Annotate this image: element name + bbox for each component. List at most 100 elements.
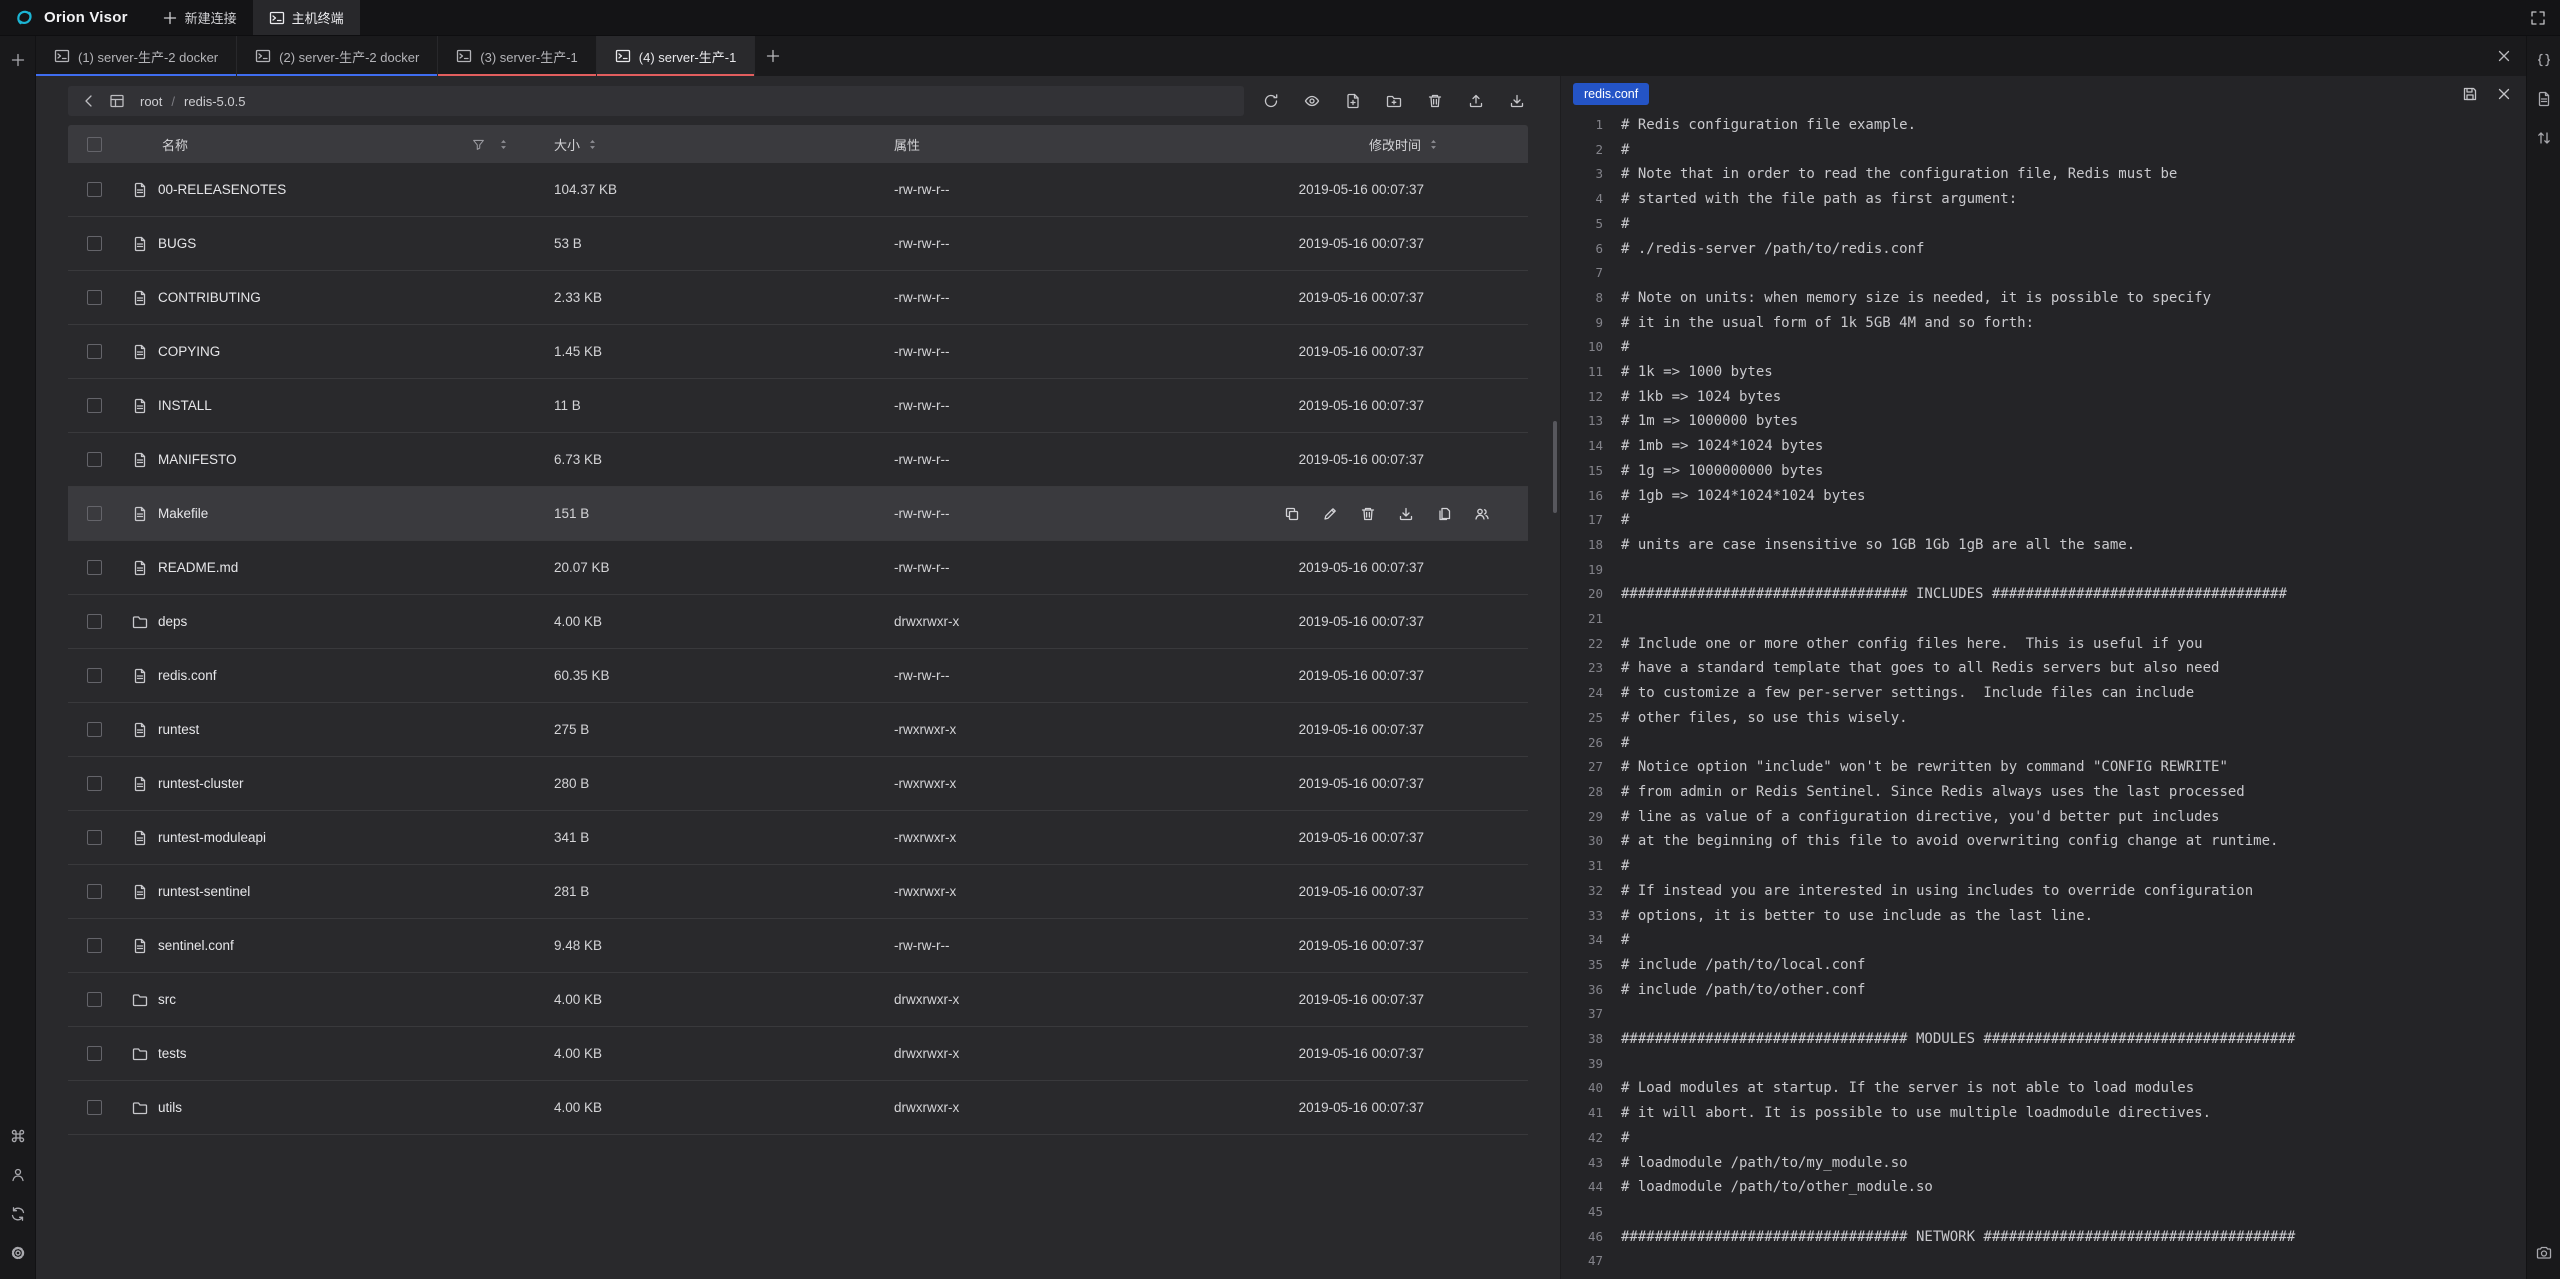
file-row[interactable]: sentinel.conf 9.48 KB -rw-rw-r-- 2019-05… — [68, 919, 1528, 973]
terminal-tab-3[interactable]: (3) server-生产-1 — [438, 36, 597, 76]
row-checkbox[interactable] — [87, 290, 102, 305]
row-checkbox[interactable] — [87, 830, 102, 845]
sort-icon[interactable] — [1427, 138, 1440, 151]
terminal-tab-2[interactable]: (2) server-生产-2 docker — [237, 36, 438, 76]
upload-button[interactable] — [1467, 92, 1485, 110]
preview-button[interactable] — [1303, 92, 1321, 110]
new-connection-button[interactable]: 新建连接 — [146, 0, 253, 35]
row-name-cell[interactable]: runtest-cluster — [120, 776, 530, 792]
edit-button[interactable] — [1321, 505, 1338, 522]
delete-button[interactable] — [1359, 505, 1376, 522]
row-name-cell[interactable]: runtest-sentinel — [120, 884, 530, 900]
back-button[interactable] — [76, 88, 102, 114]
download-button[interactable] — [1508, 92, 1526, 110]
breadcrumb-segment-current[interactable]: redis-5.0.5 — [184, 94, 245, 109]
row-name-cell[interactable]: runtest-moduleapi — [120, 830, 530, 846]
row-name-cell[interactable]: sentinel.conf — [120, 938, 530, 954]
file-row[interactable]: deps 4.00 KB drwxrwxr-x 2019-05-16 00:07… — [68, 595, 1528, 649]
file-row[interactable]: redis.conf 60.35 KB -rw-rw-r-- 2019-05-1… — [68, 649, 1528, 703]
user-info-button[interactable] — [6, 1163, 30, 1187]
file-row[interactable]: CONTRIBUTING 2.33 KB -rw-rw-r-- 2019-05-… — [68, 271, 1528, 325]
editor-file-tab[interactable]: redis.conf — [1573, 83, 1649, 105]
row-name-cell[interactable]: runtest — [120, 722, 530, 738]
row-name-cell[interactable]: redis.conf — [120, 668, 530, 684]
fullscreen-button[interactable] — [2526, 6, 2550, 30]
row-name-cell[interactable]: MANIFESTO — [120, 452, 530, 468]
file-row[interactable]: Makefile 151 B -rw-rw-r-- — [68, 487, 1528, 541]
close-panel-button[interactable] — [2492, 44, 2516, 68]
refresh-button[interactable] — [1262, 92, 1280, 110]
row-checkbox[interactable] — [87, 236, 102, 251]
file-row[interactable]: runtest-moduleapi 341 B -rwxrwxr-x 2019-… — [68, 811, 1528, 865]
row-checkbox[interactable] — [87, 992, 102, 1007]
row-name-cell[interactable]: deps — [120, 614, 530, 630]
row-checkbox[interactable] — [87, 1046, 102, 1061]
host-terminal-tab[interactable]: 主机终端 — [253, 0, 360, 35]
file-row[interactable]: tests 4.00 KB drwxrwxr-x 2019-05-16 00:0… — [68, 1027, 1528, 1081]
file-manager-button[interactable] — [2532, 87, 2556, 111]
sort-icon[interactable] — [586, 138, 599, 151]
file-row[interactable]: runtest-sentinel 281 B -rwxrwxr-x 2019-0… — [68, 865, 1528, 919]
file-row[interactable]: COPYING 1.45 KB -rw-rw-r-- 2019-05-16 00… — [68, 325, 1528, 379]
view-mode-button[interactable] — [104, 88, 130, 114]
row-checkbox[interactable] — [87, 182, 102, 197]
row-name-cell[interactable]: INSTALL — [120, 398, 530, 414]
file-list-scrollbar[interactable] — [1553, 421, 1557, 513]
file-row[interactable]: utils 4.00 KB drwxrwxr-x 2019-05-16 00:0… — [68, 1081, 1528, 1135]
terminal-tab-4[interactable]: (4) server-生产-1 — [597, 36, 756, 76]
file-row[interactable]: runtest 275 B -rwxrwxr-x 2019-05-16 00:0… — [68, 703, 1528, 757]
new-tab-button[interactable] — [755, 36, 791, 76]
row-checkbox[interactable] — [87, 776, 102, 791]
new-file-button[interactable] — [1344, 92, 1362, 110]
duplicate-button[interactable] — [1435, 505, 1452, 522]
permissions-button[interactable] — [1473, 505, 1490, 522]
screenshot-button[interactable] — [2532, 1241, 2556, 1265]
row-checkbox[interactable] — [87, 722, 102, 737]
file-row[interactable]: BUGS 53 B -rw-rw-r-- 2019-05-16 00:07:37 — [68, 217, 1528, 271]
sync-status-button[interactable] — [6, 1202, 30, 1226]
copy-button[interactable] — [1283, 505, 1300, 522]
row-checkbox[interactable] — [87, 344, 102, 359]
row-checkbox[interactable] — [87, 938, 102, 953]
row-name-cell[interactable]: README.md — [120, 560, 530, 576]
terminal-tab-1[interactable]: (1) server-生产-2 docker — [36, 36, 237, 76]
delete-icon — [1360, 506, 1376, 522]
file-row[interactable]: README.md 20.07 KB -rw-rw-r-- 2019-05-16… — [68, 541, 1528, 595]
download-button[interactable] — [1397, 505, 1414, 522]
filter-icon[interactable] — [472, 138, 485, 151]
row-name-cell[interactable]: CONTRIBUTING — [120, 290, 530, 306]
file-row[interactable]: src 4.00 KB drwxrwxr-x 2019-05-16 00:07:… — [68, 973, 1528, 1027]
file-row[interactable]: 00-RELEASENOTES 104.37 KB -rw-rw-r-- 201… — [68, 163, 1528, 217]
row-checkbox[interactable] — [87, 668, 102, 683]
row-name-cell[interactable]: utils — [120, 1100, 530, 1116]
new-folder-button[interactable] — [1385, 92, 1403, 110]
row-name-cell[interactable]: tests — [120, 1046, 530, 1062]
new-connection-button[interactable] — [6, 48, 30, 72]
settings-button[interactable] — [6, 1241, 30, 1265]
row-name-cell[interactable]: COPYING — [120, 344, 530, 360]
row-name-cell[interactable]: 00-RELEASENOTES — [120, 182, 530, 198]
command-snippets-button[interactable] — [6, 1124, 30, 1148]
editor-body[interactable]: 1# Redis configuration file example.2#3#… — [1561, 112, 2526, 1279]
transfer-list-button[interactable] — [2532, 126, 2556, 150]
select-all-checkbox[interactable] — [87, 137, 102, 152]
row-name-cell[interactable]: src — [120, 992, 530, 1008]
row-checkbox[interactable] — [87, 614, 102, 629]
row-checkbox[interactable] — [87, 452, 102, 467]
save-button[interactable] — [2460, 84, 2480, 104]
row-checkbox[interactable] — [87, 398, 102, 413]
row-checkbox[interactable] — [87, 506, 102, 521]
file-row[interactable]: INSTALL 11 B -rw-rw-r-- 2019-05-16 00:07… — [68, 379, 1528, 433]
row-name-cell[interactable]: Makefile — [120, 506, 530, 522]
delete-button[interactable] — [1426, 92, 1444, 110]
row-checkbox[interactable] — [87, 884, 102, 899]
sort-icon[interactable] — [497, 138, 510, 151]
file-row[interactable]: runtest-cluster 280 B -rwxrwxr-x 2019-05… — [68, 757, 1528, 811]
file-row[interactable]: MANIFESTO 6.73 KB -rw-rw-r-- 2019-05-16 … — [68, 433, 1528, 487]
breadcrumb-segment-root[interactable]: root — [140, 94, 162, 109]
row-checkbox[interactable] — [87, 1100, 102, 1115]
row-checkbox[interactable] — [87, 560, 102, 575]
row-name-cell[interactable]: BUGS — [120, 236, 530, 252]
terminal-config-button[interactable] — [2532, 48, 2556, 72]
close-editor-button[interactable] — [2494, 84, 2514, 104]
